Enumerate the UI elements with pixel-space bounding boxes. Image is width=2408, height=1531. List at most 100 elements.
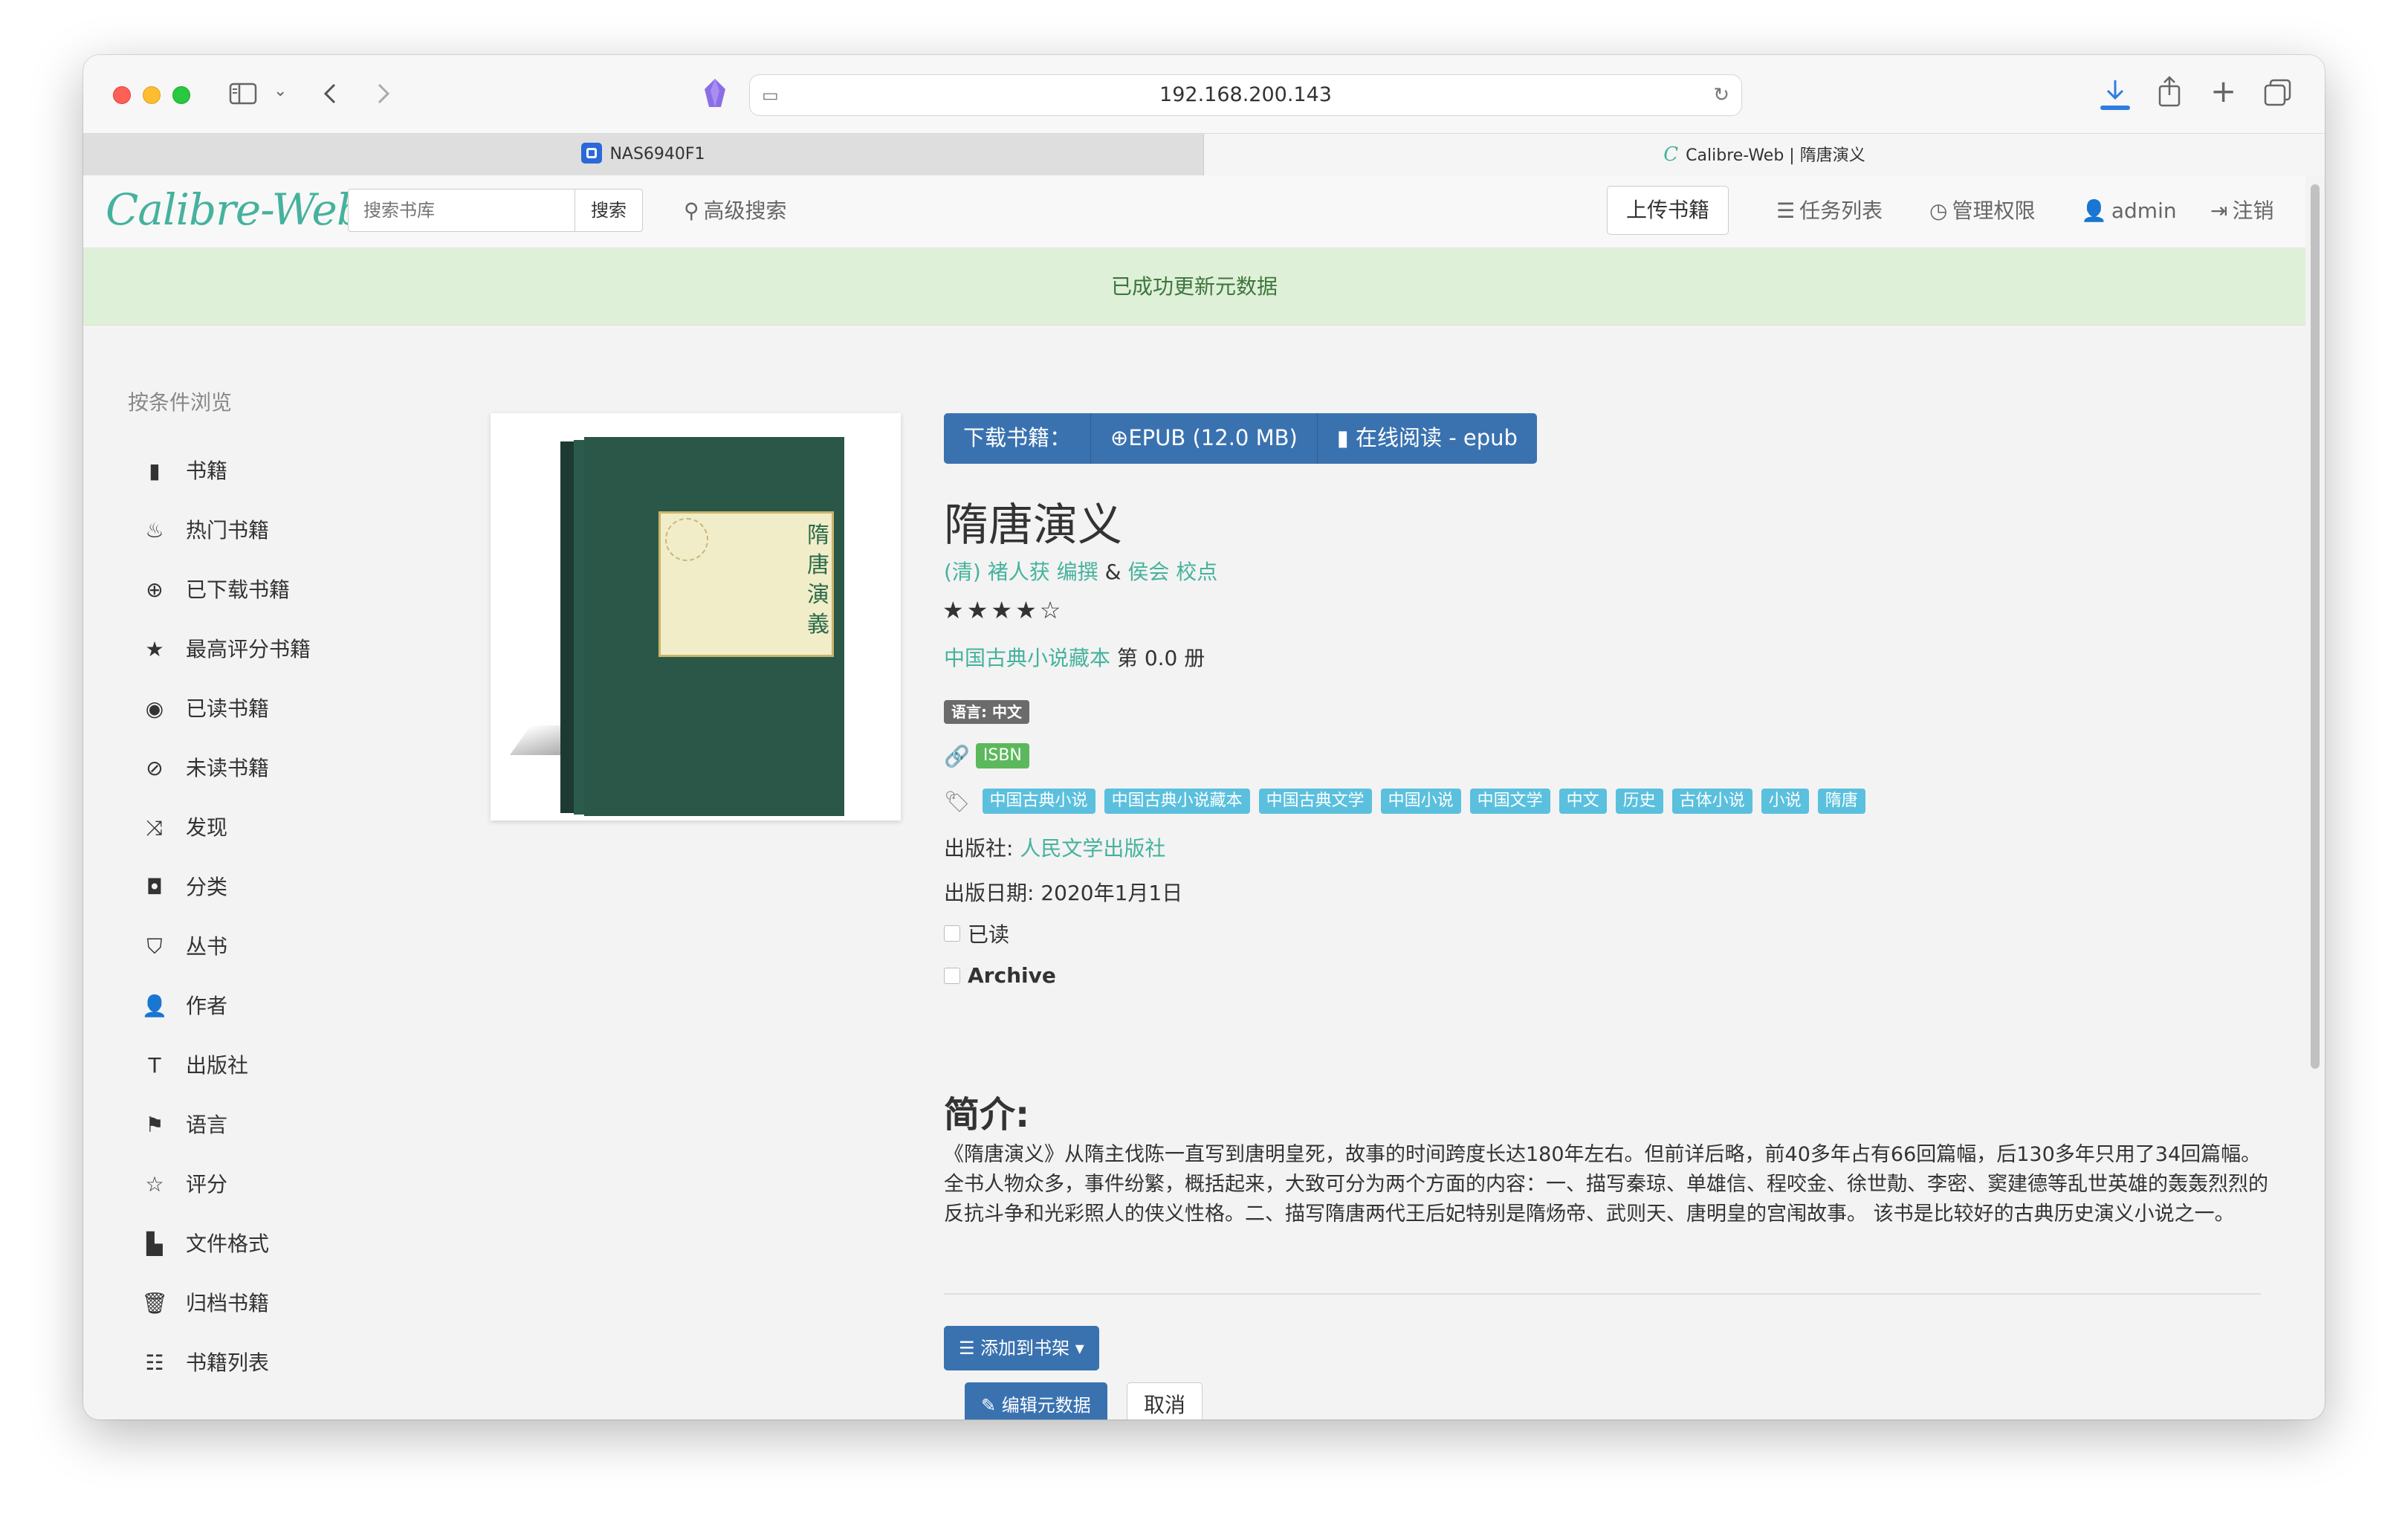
tag-badge[interactable]: 隋唐	[1817, 789, 1865, 814]
add-to-shelf-button[interactable]: ☰ 添加到书架 ▾	[944, 1326, 1099, 1370]
shuffle-icon: ⤨	[146, 815, 164, 840]
advanced-search-link[interactable]: ⚲ 高级搜索	[684, 195, 787, 227]
forward-icon[interactable]	[375, 80, 392, 111]
page-settings-icon[interactable]: ▭	[762, 75, 779, 115]
sidebar-item-discover[interactable]: ⤨ 发现	[141, 810, 227, 846]
isbn-badge[interactable]: ISBN	[975, 743, 1029, 768]
tag-badge[interactable]: 古体小说	[1671, 789, 1752, 814]
sidebar-item-label: 归档书籍	[186, 1291, 270, 1315]
user-link[interactable]: 👤 admin	[2081, 195, 2177, 227]
sidebar-item-label: 评分	[186, 1172, 228, 1197]
read-toggle[interactable]: 已读	[944, 919, 1009, 948]
minimize-window-button[interactable]	[143, 86, 161, 104]
sidebar-heading: 按条件浏览	[128, 390, 233, 415]
tag-badge[interactable]: 中国文学	[1469, 789, 1550, 814]
cancel-button[interactable]: 取消	[1127, 1382, 1203, 1420]
publisher-line: 出版社: 人民文学出版社	[944, 832, 1165, 862]
archive-toggle[interactable]: Archive	[944, 963, 1056, 988]
extension-crystal-icon[interactable]	[702, 77, 728, 114]
browser-window: ⌄ ▭ 192.168.200.143 ↻ + NAS6940F1 ×	[83, 55, 2325, 1420]
book-series: 中国古典小说藏本 第 0.0 册	[944, 642, 1205, 672]
list-icon: ☷	[145, 1350, 164, 1375]
archive-label: Archive	[968, 963, 1056, 988]
sidebar-item-book-list[interactable]: ☷ 书籍列表	[141, 1345, 269, 1381]
edit-metadata-button[interactable]: ✎ 编辑元数据	[965, 1382, 1107, 1420]
upload-button[interactable]: 上传书籍	[1607, 186, 1729, 235]
tag-badge[interactable]: 中国小说	[1380, 789, 1461, 814]
star-filled-icon: ★	[966, 596, 991, 624]
tag-badge[interactable]: 小说	[1761, 789, 1809, 814]
sidebar-item-downloaded[interactable]: ⊕ 已下载书籍	[141, 572, 290, 608]
close-window-button[interactable]	[113, 86, 131, 104]
archive-checkbox[interactable]	[944, 967, 960, 984]
sidebar-item-ratings[interactable]: ☆ 评分	[141, 1167, 227, 1203]
sidebar-item-unread[interactable]: ⊘ 未读书籍	[141, 751, 269, 786]
zoom-window-button[interactable]	[172, 86, 190, 104]
tag-badge[interactable]: 历史	[1615, 789, 1663, 814]
book-cover-front: 隋唐演義	[584, 437, 844, 816]
sidebar-item-archived[interactable]: 🗑 归档书籍	[141, 1286, 269, 1321]
sidebar-item-read[interactable]: ◉ 已读书籍	[141, 691, 269, 727]
trash-icon: 🗑	[141, 1291, 168, 1315]
add-to-shelf-label: 添加到书架	[980, 1338, 1070, 1359]
sidebar-item-publishers[interactable]: T 出版社	[141, 1048, 248, 1084]
address-bar[interactable]: ▭ 192.168.200.143 ↻	[749, 74, 1742, 116]
sidebar-item-label: 分类	[186, 875, 228, 899]
read-online-button[interactable]: ▮ 在线阅读 - epub	[1317, 413, 1537, 464]
page-scrollbar[interactable]	[2308, 175, 2322, 1420]
reload-icon[interactable]: ↻	[1713, 75, 1729, 115]
sidebar-item-languages[interactable]: ⚑ 语言	[141, 1107, 227, 1143]
sidebar-item-label: 出版社	[186, 1053, 249, 1078]
back-icon[interactable]	[321, 80, 339, 111]
search-button[interactable]: 搜索	[575, 189, 643, 232]
author-link[interactable]: (清) 褚人获 编撰	[944, 560, 1098, 584]
book-cover-label: 隋唐演義	[658, 511, 834, 657]
tab-overview-icon[interactable]	[2264, 79, 2292, 111]
sidebar-item-series[interactable]: ⛉ 丛书	[141, 929, 227, 965]
tab-nas[interactable]: NAS6940F1	[83, 134, 1204, 175]
tag-badge[interactable]: 中国古典小说	[982, 789, 1095, 814]
sidebar-item-authors[interactable]: 👤 作者	[141, 988, 227, 1024]
eye-slash-icon: ⊘	[146, 756, 164, 780]
brand-logo[interactable]: Calibre-Web	[106, 184, 364, 235]
link-icon: 🔗	[944, 743, 970, 768]
tags-row: 🏷 中国古典小说 中国古典小说藏本 中国古典文学 中国小说 中国文学 中文 历史…	[944, 786, 1874, 816]
sidebar-item-hot[interactable]: ♨ 热门书籍	[141, 513, 269, 548]
page-content: Calibre-Web 搜索 ⚲高级搜索 上传书籍 ☰任务列表 ◷管理权限 👤a…	[83, 175, 2305, 1420]
user-icon: 👤	[2081, 198, 2107, 223]
tag-badge[interactable]: 中国古典小说藏本	[1104, 789, 1250, 814]
list-icon: ☰	[959, 1338, 981, 1359]
series-index: 第 0.0 册	[1116, 646, 1205, 670]
author-link[interactable]: 侯会 校点	[1127, 560, 1217, 584]
tag-badge[interactable]: 中文	[1559, 789, 1607, 814]
logout-link[interactable]: ⇥ 注销	[2210, 195, 2273, 227]
read-checkbox[interactable]	[944, 925, 960, 942]
tab-calibre[interactable]: C Calibre-Web | 隋唐演义	[1204, 134, 2325, 175]
admin-rights-link[interactable]: ◷ 管理权限	[1929, 195, 2035, 227]
sidebar-item-categories[interactable]: ◘ 分类	[141, 870, 227, 905]
new-tab-icon[interactable]: +	[2210, 76, 2236, 107]
book-cover[interactable]: 隋唐演義	[491, 413, 901, 820]
series-link[interactable]: 中国古典小说藏本	[944, 646, 1110, 670]
sidebar-item-formats[interactable]: ▙ 文件格式	[141, 1226, 269, 1262]
book-icon: ▮	[149, 459, 161, 483]
sidebar-toggle-icon[interactable]	[229, 82, 259, 110]
search-input[interactable]	[348, 189, 575, 232]
share-icon[interactable]	[2157, 76, 2182, 111]
tag-badge[interactable]: 中国古典文学	[1258, 789, 1372, 814]
nas-favicon-icon	[581, 143, 603, 164]
tasks-link[interactable]: ☰ 任务列表	[1776, 195, 1883, 227]
sidebar-item-top-rated[interactable]: ★ 最高评分书籍	[141, 632, 311, 667]
download-epub-button[interactable]: ⊕EPUB (12.0 MB)	[1091, 413, 1318, 464]
chevron-down-icon[interactable]: ⌄	[274, 83, 287, 100]
language-badge: 语言: 中文	[944, 700, 1029, 724]
publisher-link[interactable]: 人民文学出版社	[1020, 836, 1165, 861]
downloads-icon[interactable]	[2099, 77, 2132, 116]
sidebar-item-label: 文件格式	[186, 1231, 270, 1256]
tasks-icon: ☰	[1776, 198, 1796, 223]
star-empty-icon: ☆	[1039, 596, 1064, 624]
scrollbar-thumb[interactable]	[2311, 184, 2320, 1069]
book-authors: (清) 褚人获 编撰 & 侯会 校点	[944, 556, 1217, 586]
sidebar-item-books[interactable]: ▮ 书籍	[141, 453, 227, 489]
eye-icon: ◉	[145, 696, 164, 721]
